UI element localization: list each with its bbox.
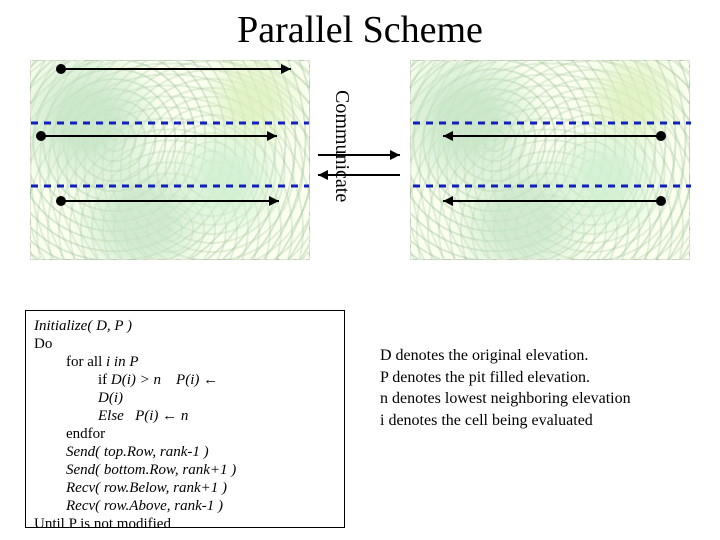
page-title: Parallel Scheme [0, 8, 720, 52]
legend-p: P denotes the pit filled elevation. [380, 367, 710, 389]
legend-d: D denotes the original elevation. [380, 345, 710, 367]
algo-line-0: Initialize( D, P ) [34, 317, 336, 335]
left-terrain-tile [30, 60, 310, 260]
algo-line-8: Recv( row.Below, rank+1 ) [34, 479, 336, 497]
algo-line-5: endfor [34, 425, 336, 443]
legend-i: i denotes the cell being evaluated [380, 410, 710, 432]
algo-line-7: Send( bottom.Row, rank+1 ) [34, 461, 336, 479]
algo-line-9: Recv( row.Above, rank-1 ) [34, 497, 336, 515]
legend-n: n denotes lowest neighboring elevation [380, 388, 710, 410]
legend: D denotes the original elevation. P deno… [380, 345, 710, 431]
algorithm-box: Initialize( D, P ) Do for all i in P if … [25, 310, 345, 528]
communicate-label: Communicate [330, 90, 353, 202]
algo-line-3b: D(i) [34, 389, 336, 407]
algo-line-6: Send( top.Row, rank-1 ) [34, 443, 336, 461]
algo-line-4: Else P(i) ← n [34, 407, 336, 425]
algo-line-1: Do [34, 335, 336, 353]
right-terrain-tile [410, 60, 690, 260]
algo-line-3: if D(i) > n P(i) ← [34, 371, 336, 389]
algo-line-10: Until P is not modified [34, 515, 336, 533]
diagram: Communicate [30, 60, 690, 290]
left-overlay [31, 61, 311, 261]
right-overlay [411, 61, 691, 261]
algo-line-2: for all i in P [34, 353, 336, 371]
